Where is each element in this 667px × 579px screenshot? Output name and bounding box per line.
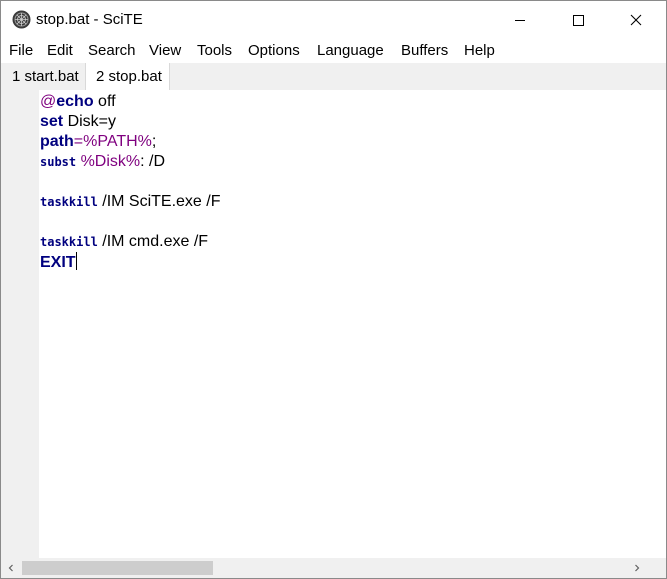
minimize-icon — [515, 19, 525, 21]
code-text-run: : /D — [140, 153, 166, 170]
tab-start-bat[interactable]: 1 start.bat — [2, 63, 86, 90]
menu-view[interactable]: View — [149, 41, 181, 60]
variable: %Disk% — [80, 153, 141, 170]
close-icon — [630, 14, 642, 25]
command: subst — [40, 155, 77, 169]
tab-label: 2 stop.bat — [96, 68, 162, 85]
code-text-run: Disk=y — [63, 113, 117, 130]
text-caret — [75, 252, 77, 270]
maximize-button[interactable] — [549, 1, 607, 38]
line-margin[interactable] — [1, 90, 39, 558]
keyword: set — [40, 113, 64, 130]
command: taskkill — [40, 195, 98, 209]
operator: = — [73, 133, 84, 150]
code-line: subst %Disk%: /D — [40, 152, 660, 172]
keyword: path — [40, 133, 74, 150]
chevron-right-icon — [635, 564, 640, 572]
tab-bar: 1 start.bat 2 stop.bat — [1, 63, 666, 91]
tab-label: 1 start.bat — [12, 68, 79, 85]
code-text[interactable]: @echo off set Disk=y path=%PATH%; subst … — [40, 92, 660, 272]
menu-buffers[interactable]: Buffers — [401, 41, 448, 60]
code-text-run: /IM SciTE.exe /F — [97, 193, 221, 210]
editor-pane[interactable]: @echo off set Disk=y path=%PATH%; subst … — [1, 90, 666, 558]
code-line: EXIT — [40, 252, 660, 272]
close-button[interactable] — [607, 1, 665, 38]
keyword: EXIT — [40, 254, 76, 271]
code-text-run: /IM cmd.exe /F — [97, 233, 209, 250]
command: taskkill — [40, 235, 98, 249]
code-text-run: off — [93, 93, 116, 110]
code-line: taskkill /IM cmd.exe /F — [40, 232, 660, 252]
scroll-right-button[interactable] — [627, 558, 647, 578]
menu-bar: File Edit Search View Tools Options Lang… — [1, 38, 666, 63]
tab-stop-bat[interactable]: 2 stop.bat — [85, 63, 170, 91]
horizontal-scrollbar[interactable] — [1, 558, 666, 578]
minimize-button[interactable] — [491, 1, 549, 38]
code-line: taskkill /IM SciTE.exe /F — [40, 192, 660, 212]
scite-app-icon — [12, 10, 31, 29]
window-title: stop.bat - SciTE — [36, 11, 143, 28]
code-text-run: ; — [151, 133, 157, 150]
code-line: @echo off — [40, 92, 660, 112]
menu-help[interactable]: Help — [464, 41, 495, 60]
menu-tools[interactable]: Tools — [197, 41, 232, 60]
menu-language[interactable]: Language — [317, 41, 384, 60]
scroll-left-button[interactable] — [1, 558, 21, 578]
scite-window: stop.bat - SciTE File Edit Search View T… — [0, 0, 667, 579]
menu-options[interactable]: Options — [248, 41, 300, 60]
menu-file[interactable]: File — [9, 41, 33, 60]
maximize-icon — [573, 14, 584, 26]
title-bar[interactable]: stop.bat - SciTE — [1, 1, 666, 38]
keyword: echo — [56, 93, 94, 110]
code-line: path=%PATH%; — [40, 132, 660, 152]
at-sign: @ — [40, 93, 57, 110]
code-line: set Disk=y — [40, 112, 660, 132]
variable: %PATH% — [83, 133, 152, 150]
scrollbar-thumb[interactable] — [22, 561, 213, 575]
chevron-left-icon — [8, 564, 13, 572]
menu-edit[interactable]: Edit — [47, 41, 73, 60]
menu-search[interactable]: Search — [88, 41, 136, 60]
